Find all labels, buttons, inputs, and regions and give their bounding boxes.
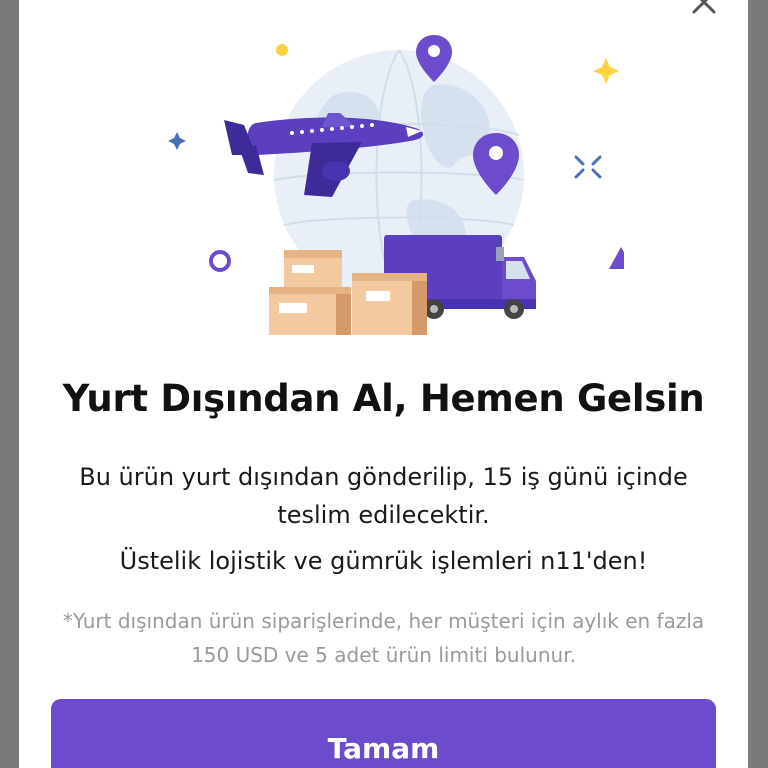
close-button[interactable] — [690, 0, 718, 16]
dialog-title: Yurt Dışından Al, Hemen Gelsin — [62, 377, 705, 420]
burst-icon — [574, 155, 602, 179]
dialog-description: Bu ürün yurt dışından gönderilip, 15 iş … — [79, 463, 688, 529]
close-icon — [692, 0, 716, 14]
shipping-illustration — [168, 35, 624, 335]
confirm-button[interactable]: Tamam — [51, 699, 716, 768]
dialog-footnote: *Yurt dışından ürün siparişlerinde, her … — [62, 609, 705, 667]
triangle-icon — [609, 247, 624, 269]
dot-icon — [276, 44, 288, 56]
dialog-extra-text: Üstelik lojistik ve gümrük işlemleri n11… — [119, 547, 648, 575]
sparkle-icon — [168, 132, 186, 150]
ring-icon — [209, 250, 231, 272]
sparkle-icon — [593, 58, 619, 84]
delivery-info-dialog: Yurt Dışından Al, Hemen Gelsin Bu ürün y… — [19, 0, 748, 768]
